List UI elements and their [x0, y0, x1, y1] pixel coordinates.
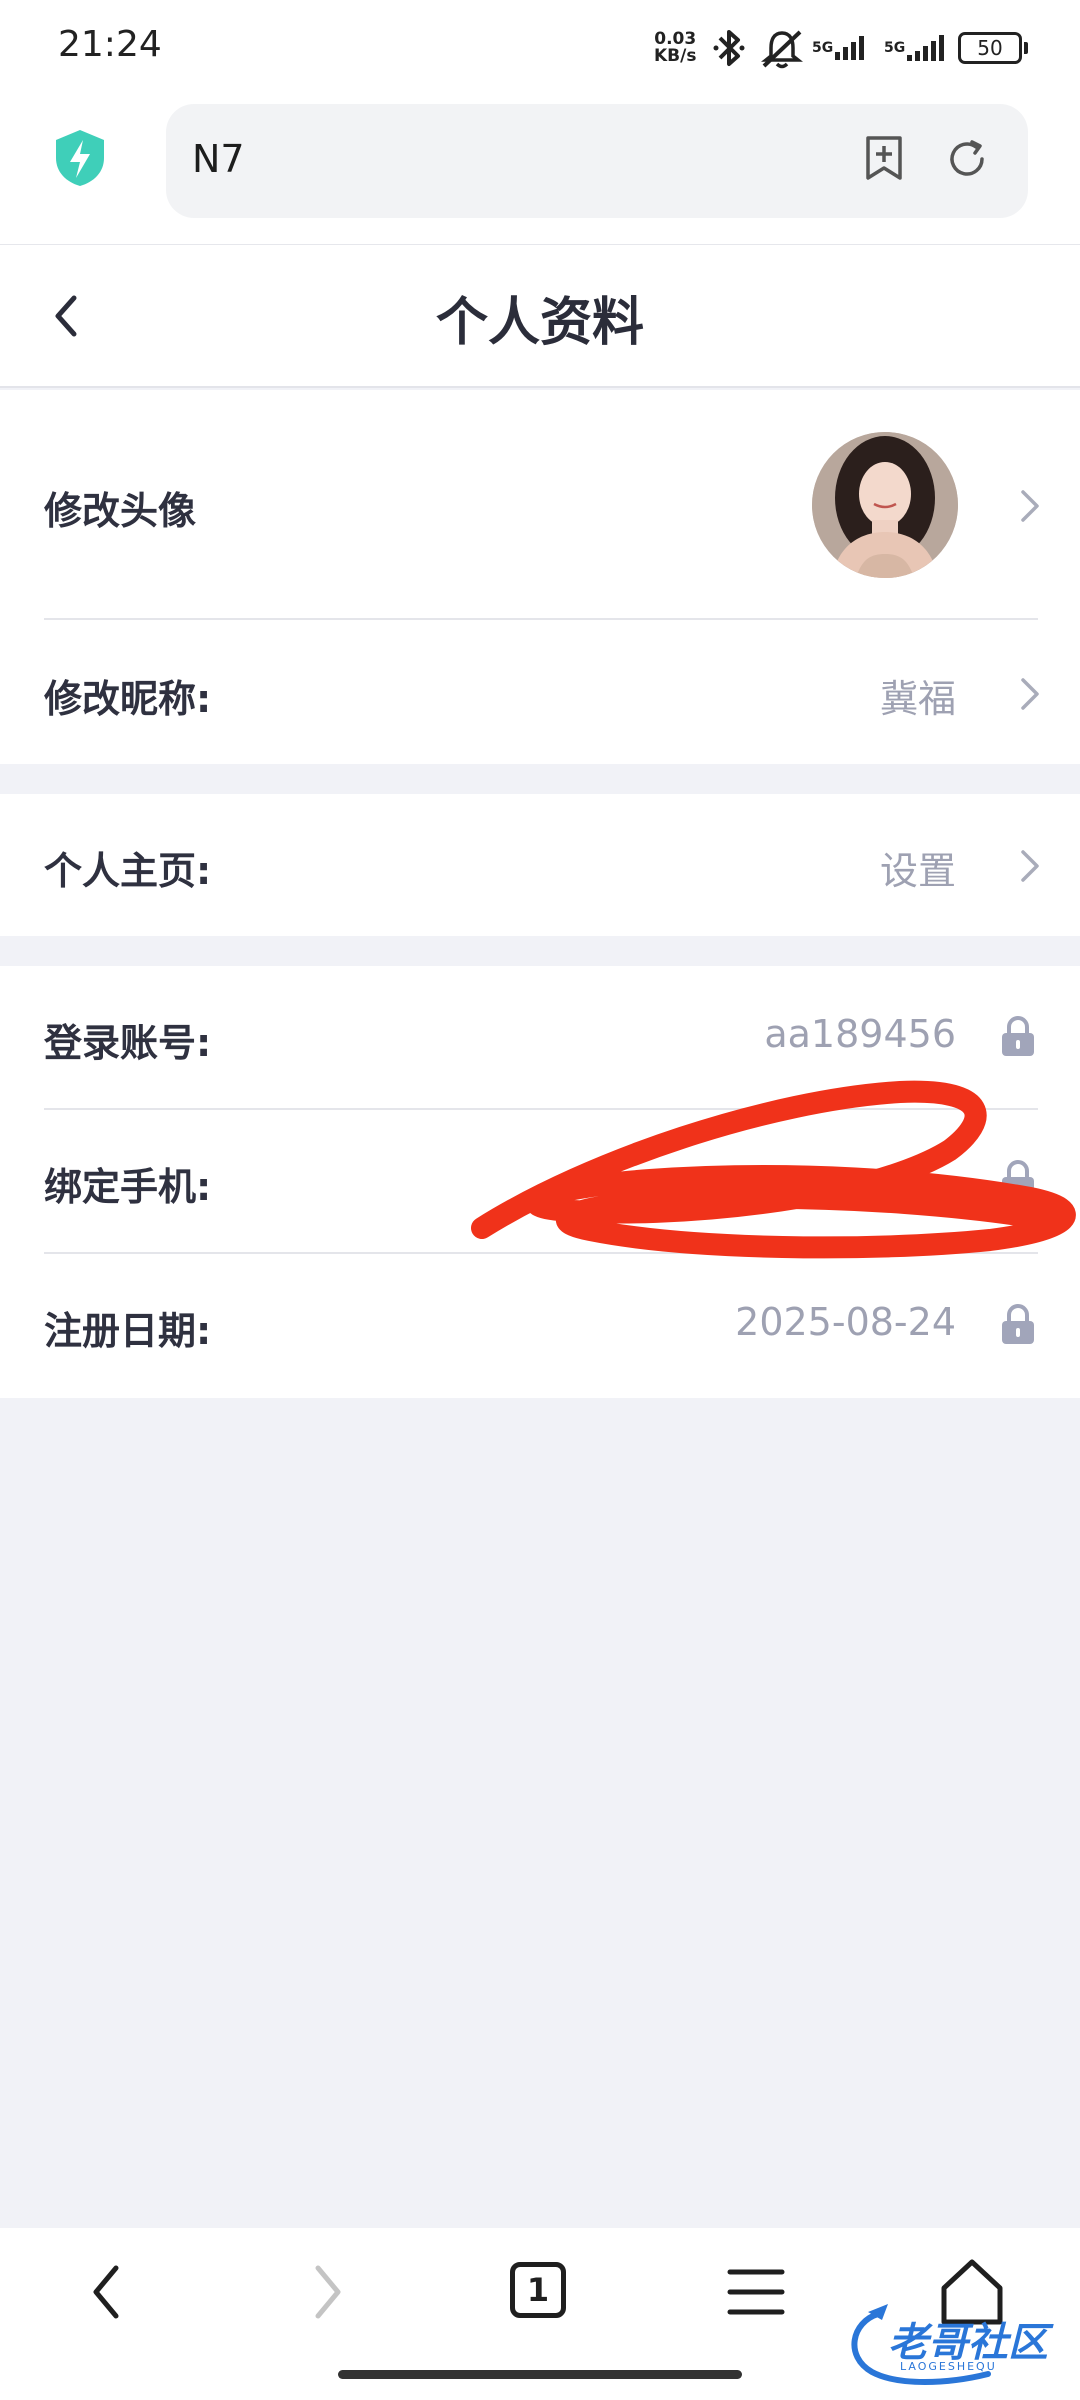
- register-label: 注册日期:: [44, 1309, 212, 1353]
- bluetooth-icon: [713, 30, 745, 66]
- chevron-right-icon: [1021, 490, 1039, 522]
- account-label: 登录账号:: [44, 1021, 212, 1065]
- url-text[interactable]: N7: [192, 137, 245, 181]
- homepage-value: 设置: [879, 849, 956, 893]
- network-speed: 0.03 KB/s: [654, 26, 696, 70]
- tabs-icon[interactable]: 1: [510, 2262, 566, 2318]
- avatar-image: [812, 432, 958, 578]
- back-icon[interactable]: [68, 2252, 148, 2332]
- nickname-value: 冀福: [879, 677, 956, 721]
- battery-indicator: 50: [958, 26, 1028, 70]
- chevron-right-icon: [1021, 678, 1039, 710]
- shield-icon[interactable]: [52, 128, 108, 188]
- lock-icon: [1002, 1304, 1034, 1344]
- homepage-label: 个人主页:: [44, 849, 212, 893]
- page-title: 个人资料: [435, 293, 644, 353]
- sim2-signal: 5G: [884, 26, 947, 70]
- phone-label: 绑定手机:: [44, 1165, 212, 1209]
- avatar-label: 修改头像: [44, 489, 197, 533]
- menu-icon[interactable]: [716, 2252, 796, 2332]
- lock-icon: [1002, 1016, 1034, 1056]
- sim1-signal: 5G: [812, 26, 867, 70]
- redaction-scribble: [471, 1080, 1076, 1259]
- signal-bars-icon: [907, 35, 947, 61]
- sim2-label: 5G: [884, 40, 906, 56]
- register-value: 2025-08-24: [735, 1300, 956, 1344]
- add-bookmark-icon[interactable]: [862, 134, 906, 182]
- account-value: aa189456: [764, 1012, 956, 1056]
- chevron-right-icon: [1021, 850, 1039, 882]
- reload-icon[interactable]: [944, 136, 990, 182]
- forward-icon[interactable]: [286, 2252, 366, 2332]
- signal-bars-icon: [835, 36, 867, 60]
- home-indicator[interactable]: [338, 2370, 742, 2379]
- sim1-label: 5G: [812, 40, 834, 56]
- nickname-label: 修改昵称:: [44, 677, 212, 721]
- battery-level: 50: [958, 32, 1028, 64]
- net-speed-unit: KB/s: [654, 46, 697, 66]
- avatar[interactable]: [812, 432, 958, 578]
- bell-muted-icon: [761, 30, 803, 69]
- watermark-subtext: LAOGESHEQU: [900, 2360, 997, 2373]
- status-time: 21:24: [58, 24, 162, 65]
